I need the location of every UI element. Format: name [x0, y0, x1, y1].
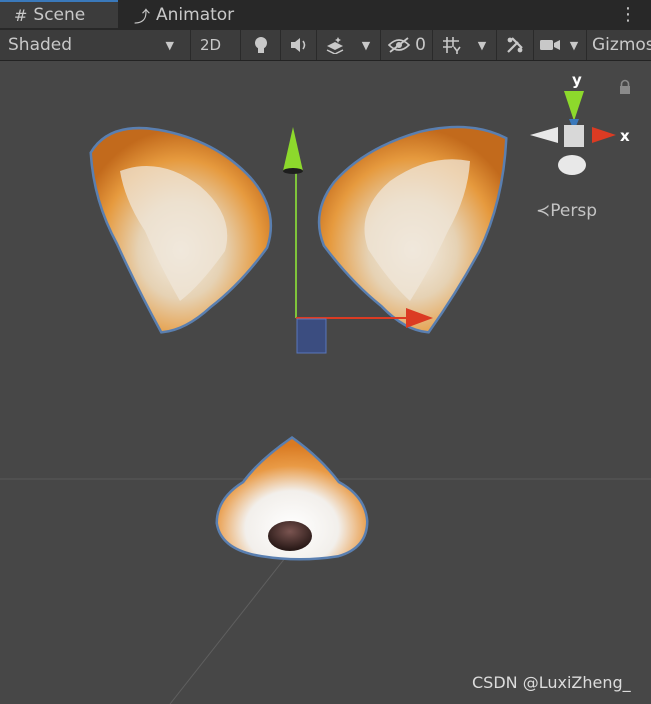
tab-scene-label: Scene	[33, 5, 86, 25]
speaker-icon	[290, 38, 305, 52]
gizmo-x-cone	[592, 127, 616, 143]
camera-icon	[539, 40, 560, 50]
effects-dropdown-arrow-icon[interactable]: ▼	[354, 30, 378, 60]
perspective-icon: ≺	[536, 201, 551, 221]
gizmo-center-cube	[564, 125, 584, 147]
gizmo-y-cone	[564, 91, 584, 121]
gizmo-x-label: x	[620, 127, 630, 145]
effects-icon	[326, 37, 343, 54]
right-ear-sprite[interactable]	[317, 125, 508, 334]
more-options-icon[interactable]: ⋮	[619, 3, 637, 27]
camera-dropdown-arrow-icon[interactable]: ▼	[565, 30, 583, 60]
tools-icon	[506, 37, 523, 53]
xy-plane-handle	[296, 318, 327, 354]
draw-mode-dropdown[interactable]: Shaded ▼	[0, 30, 182, 60]
toggle-2d-label: 2D	[199, 36, 222, 54]
grid-toggle-button[interactable]	[432, 30, 470, 60]
left-ear-sprite[interactable]	[89, 126, 273, 334]
watermark-text: CSDN @LuxiZheng_	[472, 673, 631, 692]
tab-animator-label: Animator	[156, 5, 235, 25]
gizmo-neg-x-cone	[530, 127, 558, 143]
effects-toggle-button[interactable]	[316, 30, 352, 60]
tab-bar: # Scene ⤴ Animator ⋮	[0, 0, 651, 30]
scene-toolbar: Shaded ▼ 2D ▼ 0 ▼ ▼ Gizmos	[0, 30, 651, 61]
lightbulb-icon	[254, 37, 267, 53]
lock-icon[interactable]	[618, 79, 632, 95]
gizmo-y-label: y	[572, 71, 582, 89]
tab-animator[interactable]: ⤴ Animator	[134, 0, 264, 30]
grid-dropdown-arrow-icon[interactable]: ▼	[470, 30, 494, 60]
hidden-objects-toggle[interactable]: 0	[380, 30, 432, 60]
y-axis-arrow-cone	[283, 127, 303, 171]
nose-sprite[interactable]	[215, 435, 369, 561]
grid-icon	[442, 37, 461, 54]
audio-toggle-button[interactable]	[280, 30, 316, 60]
lighting-toggle-button[interactable]	[240, 30, 280, 60]
hidden-objects-count: 0	[415, 35, 426, 55]
gizmos-label: Gizmos	[592, 35, 651, 55]
projection-toggle[interactable]: ≺Persp	[536, 201, 597, 221]
tab-scene[interactable]: # Scene	[0, 0, 118, 28]
hash-grid-icon: #	[14, 5, 28, 25]
dropdown-arrow-icon: ▼	[165, 38, 174, 52]
eye-slash-icon	[387, 37, 411, 53]
gizmos-button[interactable]: Gizmos	[586, 30, 651, 60]
animator-icon: ⤴	[134, 7, 151, 26]
draw-mode-value: Shaded	[8, 35, 73, 55]
camera-settings-button[interactable]	[533, 30, 565, 60]
gizmo-neg-y-cone	[558, 155, 586, 175]
scene-view[interactable]: y x ≺Persp CSDN @LuxiZheng_	[0, 61, 651, 704]
tools-toggle-button[interactable]	[496, 30, 532, 60]
projection-label: Persp	[550, 201, 597, 221]
toggle-2d-button[interactable]: 2D	[190, 30, 230, 60]
